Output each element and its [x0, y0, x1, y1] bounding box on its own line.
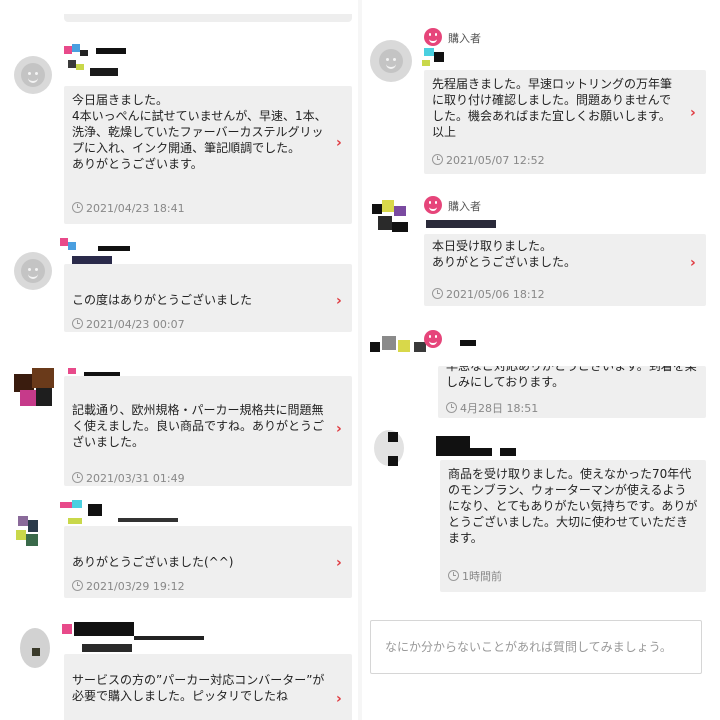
chevron-right-icon[interactable]: › [336, 556, 346, 570]
user-avatar-icon [14, 56, 52, 94]
review-text: 記載通り、欧州規格・パーカー規格共に問題無く使えました。良い商品ですね。ありがと… [72, 403, 325, 449]
buyer-smile-icon [424, 196, 442, 214]
chevron-right-icon[interactable]: › [690, 256, 700, 270]
clock-icon [72, 472, 83, 483]
review-list-left: 今日届きました。 4本いっぺんに試せていませんが、早速、1本、洗浄、乾燥していた… [0, 0, 358, 720]
message-text: 早急なご対応ありがとうございます。到着を楽しみにしております。 [446, 366, 697, 389]
message-bubble[interactable]: 商品を受け取りました。使えなかった70年代のモンブラン、ウォーターマンが使えるよ… [440, 460, 706, 592]
review-item: 記載通り、欧州規格・パーカー規格共に問題無く使えました。良い商品ですね。ありがと… [0, 364, 358, 486]
buyer-smile-icon [424, 330, 442, 348]
clock-icon [432, 288, 443, 299]
message-bubble[interactable]: 本日受け取りました。 ありがとうございました。 › 2021/05/06 18:… [424, 234, 706, 306]
review-date: 2021/04/23 00:07 [72, 318, 185, 332]
clock-icon [448, 570, 459, 581]
clock-icon [72, 580, 83, 591]
review-bubble[interactable]: この度はありがとうございました › 2021/04/23 00:07 [64, 264, 352, 332]
buyer-label: 購入者 [448, 200, 481, 213]
question-input[interactable] [371, 621, 701, 673]
user-avatar-icon [370, 430, 410, 476]
review-bubble[interactable]: 今日届きました。 4本いっぺんに試せていませんが、早速、1本、洗浄、乾燥していた… [64, 86, 352, 224]
message-bubble[interactable]: 先程届きました。早速ロットリングの万年筆に取り付け確認しました。問題ありませんで… [424, 70, 706, 174]
message-item: 商品を受け取りました。使えなかった70年代のモンブラン、ウォーターマンが使えるよ… [362, 426, 720, 598]
message-item: 早急なご対応ありがとうございます。到着を楽しみにしております。 4月28日 18… [362, 326, 720, 418]
message-text: 本日受け取りました。 ありがとうございました。 [432, 239, 577, 269]
review-text: 今日届きました。 4本いっぺんに試せていませんが、早速、1本、洗浄、乾燥していた… [72, 93, 327, 171]
review-text: サービスの方の”パーカー対応コンバーター”が必要で購入しました。ピッタリでしたね [72, 673, 325, 703]
clock-icon [432, 154, 443, 165]
user-avatar-icon [14, 252, 52, 290]
message-text: 先程届きました。早速ロットリングの万年筆に取り付け確認しました。問題ありませんで… [432, 77, 673, 139]
user-avatar-icon [14, 368, 58, 410]
transaction-messages-right: 購入者 先程届きました。早速ロットリングの万年筆に取り付け確認しました。問題あり… [362, 0, 720, 720]
message-date: 2021/05/06 18:12 [432, 288, 545, 302]
previous-item-edge [64, 14, 352, 22]
message-item: 購入者 先程届きました。早速ロットリングの万年筆に取り付け確認しました。問題あり… [362, 24, 720, 176]
message-date: 4月28日 18:51 [446, 402, 538, 416]
review-item: この度はありがとうございました › 2021/04/23 00:07 [0, 236, 358, 336]
censored-username [420, 46, 460, 70]
review-text: ありがとうございました(^^) [72, 555, 234, 569]
buyer-smile-icon [424, 28, 442, 46]
message-date: 1時間前 [448, 570, 502, 584]
clock-icon [72, 202, 83, 213]
message-bubble[interactable]: 早急なご対応ありがとうございます。到着を楽しみにしております。 4月28日 18… [438, 366, 706, 418]
chevron-right-icon[interactable]: › [690, 106, 700, 120]
message-text: 商品を受け取りました。使えなかった70年代のモンブラン、ウォーターマンが使えるよ… [448, 467, 698, 545]
clock-icon [446, 402, 457, 413]
chevron-right-icon[interactable]: › [336, 692, 346, 706]
buyer-label: 購入者 [448, 32, 481, 45]
review-text: この度はありがとうございました [72, 293, 253, 307]
chevron-right-icon[interactable]: › [336, 294, 346, 308]
message-item: 購入者 本日受け取りました。 ありがとうございました。 › 2021/05/06… [362, 192, 720, 312]
censored-username [436, 434, 526, 460]
user-avatar-icon [370, 200, 414, 240]
question-input-box[interactable] [370, 620, 702, 674]
user-avatar-icon [16, 628, 56, 674]
censored-username [426, 218, 506, 232]
review-item: サービスの方の”パーカー対応コンバーター”が必要で購入しました。ピッタリでしたね… [0, 618, 358, 720]
user-avatar-icon [16, 516, 44, 548]
review-item: ありがとうございました(^^) › 2021/03/29 19:12 [0, 500, 358, 600]
review-date: 2021/03/31 01:49 [72, 472, 185, 486]
review-date: 2021/04/23 18:41 [72, 202, 185, 216]
chevron-right-icon[interactable]: › [336, 136, 346, 150]
review-date: 2021/03/29 19:12 [72, 580, 185, 594]
censored-username [58, 238, 138, 266]
review-bubble[interactable]: サービスの方の”パーカー対応コンバーター”が必要で購入しました。ピッタリでしたね… [64, 654, 352, 720]
censored-username [64, 42, 134, 82]
review-item: 今日届きました。 4本いっぺんに試せていませんが、早速、1本、洗浄、乾燥していた… [0, 40, 358, 230]
message-date: 2021/05/07 12:52 [432, 154, 545, 168]
chevron-right-icon[interactable]: › [336, 422, 346, 436]
review-bubble[interactable]: ありがとうございました(^^) › 2021/03/29 19:12 [64, 526, 352, 598]
censored-username [62, 618, 212, 658]
censored-username [58, 500, 188, 528]
review-bubble[interactable]: 記載通り、欧州規格・パーカー規格共に問題無く使えました。良い商品ですね。ありがと… [64, 376, 352, 486]
clock-icon [72, 318, 83, 329]
user-avatar-icon [370, 40, 412, 82]
